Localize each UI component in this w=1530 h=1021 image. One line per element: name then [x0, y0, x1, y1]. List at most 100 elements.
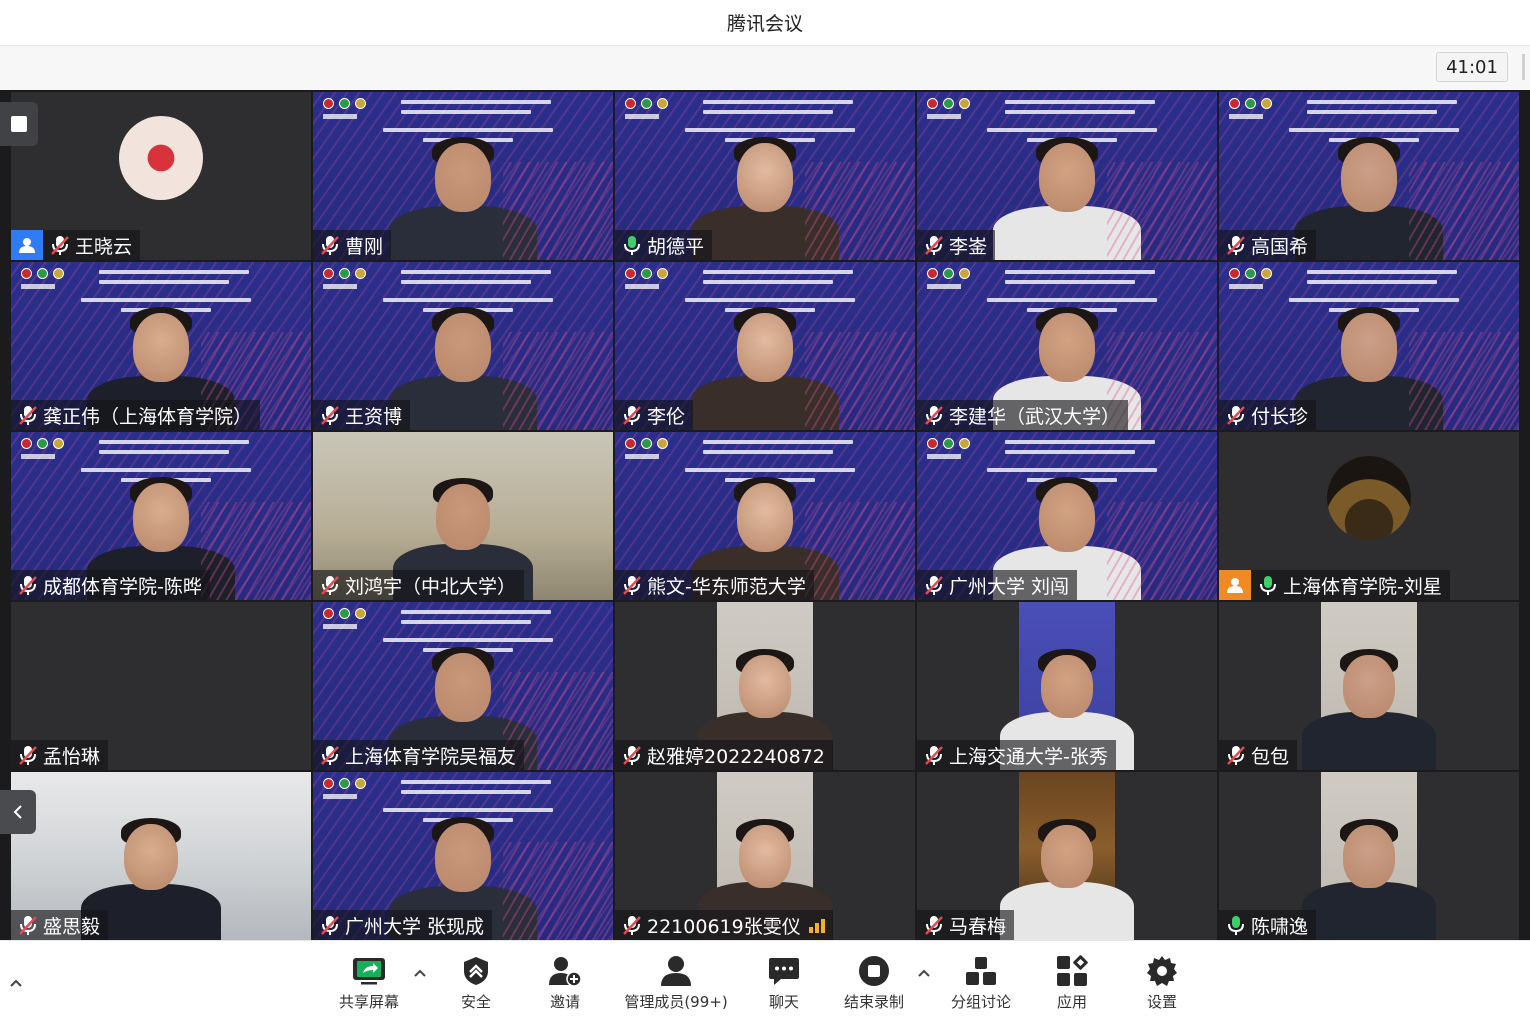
mic-icon[interactable] [619, 230, 645, 260]
slide-title-line [401, 100, 551, 104]
slide-logo-icon [1229, 98, 1240, 109]
slide-title-line [401, 110, 531, 114]
mic-muted-icon[interactable] [47, 230, 73, 260]
participant-name-bar: 刘鸿宇（中北大学） [313, 570, 525, 600]
participant-tile[interactable]: 高国希 [1219, 92, 1519, 260]
mic-muted-icon[interactable] [317, 230, 343, 260]
participant-tile[interactable]: 熊文-华东师范大学 [615, 432, 915, 600]
mic-muted-icon[interactable] [317, 570, 343, 600]
slide-title-line [1307, 270, 1457, 274]
participant-tile[interactable]: 马春梅 [917, 772, 1217, 940]
participant-name: 高国希 [1251, 235, 1309, 258]
participant-name: 包包 [1251, 745, 1290, 768]
mic-muted-icon[interactable] [619, 570, 645, 600]
participant-tile[interactable]: 龚正伟（上海体育学院） [11, 262, 311, 430]
slide-logo-icon [657, 98, 668, 109]
manage-members-button[interactable]: 管理成员(99+) [614, 955, 738, 1015]
slide-title-line [383, 298, 553, 302]
participant-tile[interactable]: 上海体育学院-刘星 [1219, 432, 1519, 600]
participant-face [1343, 655, 1395, 718]
apps-button[interactable]: 应用 [1042, 955, 1102, 1015]
participant-tile[interactable]: 赵雅婷2022240872 [615, 602, 915, 770]
participant-tile[interactable]: 上海体育学院吴福友 [313, 602, 613, 770]
mic-icon[interactable] [1223, 910, 1249, 940]
participant-tile[interactable]: 王晓云 [11, 92, 311, 260]
gear-icon [1144, 955, 1180, 987]
share-screen-button[interactable]: 共享屏幕 [334, 955, 404, 1015]
mic-muted-icon[interactable] [619, 740, 645, 770]
mic-muted-icon[interactable] [317, 910, 343, 940]
mic-muted-icon[interactable] [921, 230, 947, 260]
previous-page-button[interactable] [0, 790, 36, 834]
security-button[interactable]: 安全 [446, 955, 506, 1015]
mic-muted-icon[interactable] [1223, 230, 1249, 260]
participant-body [1295, 376, 1443, 430]
invite-button[interactable]: 邀请 [535, 955, 595, 1015]
slide-title-line [1307, 110, 1437, 114]
participant-tile[interactable]: 曹刚 [313, 92, 613, 260]
participant-tile[interactable]: 陈啸逸 [1219, 772, 1519, 940]
participant-tile[interactable]: 刘鸿宇（中北大学） [313, 432, 613, 600]
participant-tile[interactable]: 22100619张雯仪 [615, 772, 915, 940]
apps-icon [1054, 955, 1090, 987]
mic-muted-icon[interactable] [921, 570, 947, 600]
participant-tile[interactable]: 付长珍 [1219, 262, 1519, 430]
participant-tile[interactable]: 王资博 [313, 262, 613, 430]
participant-name: 王资博 [345, 405, 403, 428]
meeting-timer: 41:01 [1436, 52, 1508, 82]
mic-icon[interactable] [1255, 570, 1281, 600]
settings-button[interactable]: 设置 [1132, 955, 1192, 1015]
participant-tile[interactable]: 李伦 [615, 262, 915, 430]
window-title: 腾讯会议 [726, 13, 803, 35]
mic-muted-icon[interactable] [619, 400, 645, 430]
mic-muted-icon[interactable] [317, 400, 343, 430]
breakout-rooms-button[interactable]: 分组讨论 [946, 955, 1016, 1015]
participant-body [389, 206, 537, 260]
record-stop-icon [856, 955, 892, 987]
participant-tile[interactable]: 成都体育学院-陈晔 [11, 432, 311, 600]
end-recording-button[interactable]: 结束录制 [838, 955, 910, 1015]
record-options-caret[interactable] [916, 965, 932, 981]
mic-muted-icon[interactable] [1223, 740, 1249, 770]
mic-muted-icon[interactable] [921, 740, 947, 770]
slide-logo-icon [37, 438, 48, 449]
participant-face [434, 653, 492, 723]
mic-muted-icon[interactable] [15, 910, 41, 940]
share-options-caret[interactable] [412, 965, 428, 981]
participant-tile[interactable]: 李崟 [917, 92, 1217, 260]
participant-face [132, 483, 190, 553]
mic-muted-icon[interactable] [15, 400, 41, 430]
participant-tile[interactable]: 胡德平 [615, 92, 915, 260]
mic-muted-icon[interactable] [921, 910, 947, 940]
mic-muted-icon[interactable] [921, 400, 947, 430]
invite-label: 邀请 [549, 993, 580, 1011]
mic-muted-icon[interactable] [619, 910, 645, 940]
participant-name-bar: 高国希 [1219, 230, 1317, 260]
mic-muted-icon[interactable] [317, 740, 343, 770]
participant-tile[interactable]: 上海交通大学-张秀 [917, 602, 1217, 770]
participant-tile[interactable]: 包包 [1219, 602, 1519, 770]
settings-label: 设置 [1146, 993, 1177, 1011]
participant-tile[interactable]: 广州大学 刘闯 [917, 432, 1217, 600]
participant-face [1041, 655, 1093, 718]
slide-title-line [1307, 280, 1437, 284]
title-bar: 腾讯会议 [0, 0, 1530, 46]
participant-tile[interactable]: 盛思毅 [11, 772, 311, 940]
mic-muted-icon[interactable] [15, 570, 41, 600]
participant-tile[interactable]: 李建华（武汉大学） [917, 262, 1217, 430]
participant-name: 李伦 [647, 405, 686, 428]
mic-muted-icon[interactable] [1223, 400, 1249, 430]
toolbar-collapse-caret[interactable] [8, 975, 24, 991]
participant-tile[interactable]: 广州大学 张现成 [313, 772, 613, 940]
participant-tile[interactable]: 孟怡琳 [11, 602, 311, 770]
slide-logo-icon [927, 98, 938, 109]
slide-title-line [1005, 280, 1135, 284]
stop-video-button[interactable] [0, 102, 38, 146]
participant-name-bar: 曹刚 [313, 230, 392, 260]
slide-title-line [685, 298, 855, 302]
chat-button[interactable]: 聊天 [754, 955, 814, 1015]
participant-face [739, 825, 791, 888]
slide-school-name [625, 284, 659, 289]
mic-muted-icon[interactable] [15, 740, 41, 770]
slide-logo-icon [927, 438, 938, 449]
